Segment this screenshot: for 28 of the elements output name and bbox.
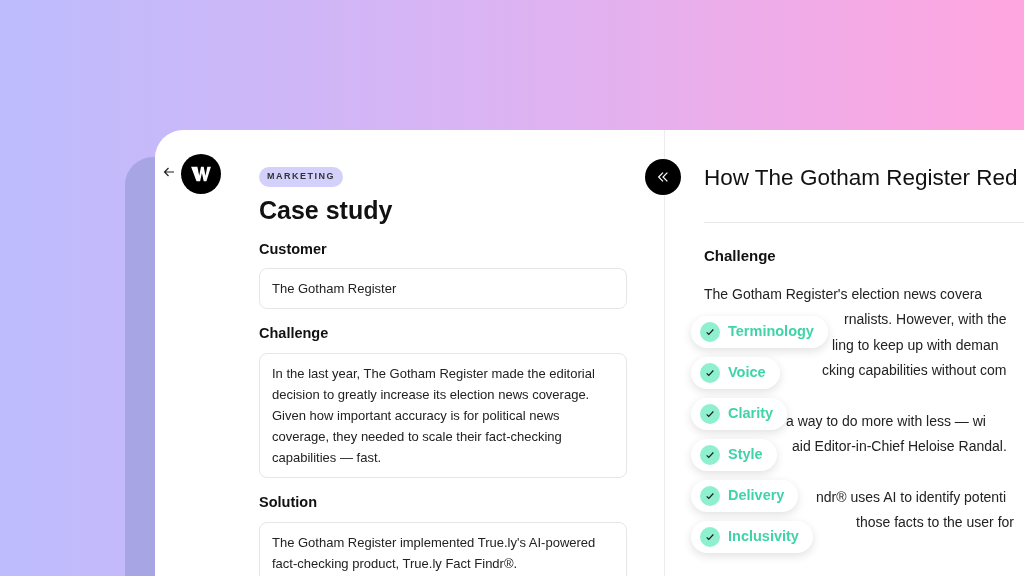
paragraph-line: a way to do more with less — wi <box>786 411 986 431</box>
back-arrow-icon[interactable] <box>163 166 175 178</box>
paragraph-line: those facts to the user for <box>856 513 1014 533</box>
paragraph-line: ndr® uses AI to identify potenti <box>816 487 1007 507</box>
paragraph-line: rnalists. However, with the <box>844 310 1007 330</box>
check-label: Clarity <box>728 404 774 424</box>
check-label: Style <box>728 445 763 465</box>
check-label: Inclusivity <box>728 527 799 547</box>
check-label: Delivery <box>728 486 785 506</box>
check-label: Voice <box>728 363 766 383</box>
preview-title: How The Gotham Register Red <box>704 164 1019 192</box>
page-title: Case study <box>259 194 394 225</box>
paragraph-line: aid Editor-in-Chief Heloise Randal. <box>792 437 1007 457</box>
paragraph-line: ling to keep up with deman <box>832 335 999 355</box>
field-label: Solution <box>259 493 318 512</box>
check-label: Terminology <box>728 322 814 342</box>
field-label: Customer <box>259 239 328 259</box>
field-label: Challenge <box>259 324 330 344</box>
collapse-button[interactable] <box>645 159 681 195</box>
category-tag: MARKETING <box>259 167 343 187</box>
text-area[interactable]: In the last year, The Gotham Register made the editorial decision to greatly increase its election news coverage. Given how important accuracy is for political news coverage, they needed to scale their fact-checking capabilities — fast. <box>259 353 627 478</box>
paragraph-line: The Gotham Register's election news covera <box>704 284 983 304</box>
double-chevron-icon <box>656 170 670 184</box>
text-area[interactable]: The Gotham Register implemented True.ly's AI-powered fact-checking product, True.ly Fact Findr®. <box>259 521 627 576</box>
logo-icon <box>181 154 221 194</box>
section-heading: Challenge <box>704 246 777 266</box>
paragraph-line: cking capabilities without com <box>822 361 1007 381</box>
input-field[interactable]: The Gotham Register <box>259 268 627 310</box>
